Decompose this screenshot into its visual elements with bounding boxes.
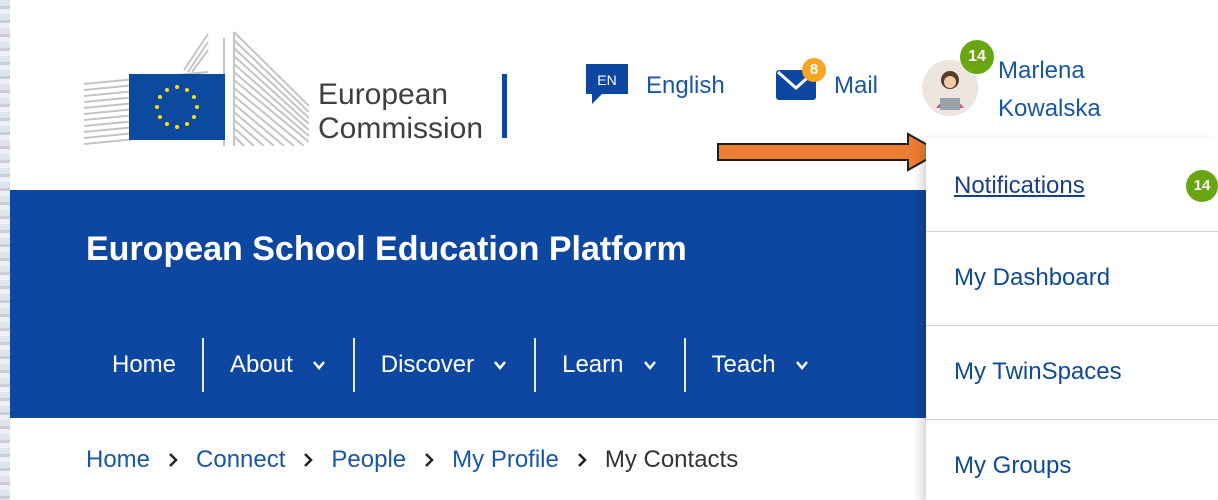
nav-item-home[interactable]: Home <box>86 338 202 392</box>
mail-icon: 8 <box>774 58 826 104</box>
chevron-down-icon <box>795 361 808 370</box>
nav-item-about[interactable]: About <box>202 338 353 392</box>
language-label: English <box>646 72 725 99</box>
annotation-arrow-icon <box>717 132 942 172</box>
breadcrumb: Home Connect People My Profile My Contac… <box>86 446 738 474</box>
menu-item-label: My Groups <box>954 452 1072 479</box>
logo-line-2: Commission <box>318 112 484 145</box>
logo-text: European Commission <box>318 78 483 146</box>
mail-link[interactable]: 8 Mail <box>774 58 879 110</box>
nav-item-discover[interactable]: Discover <box>352 338 534 392</box>
nav-item-learn[interactable]: Learn <box>534 338 683 392</box>
language-selector[interactable]: EN English <box>582 60 725 110</box>
menu-item-label: My TwinSpaces <box>954 358 1122 385</box>
chevron-right-icon <box>425 453 434 467</box>
breadcrumb-home[interactable]: Home <box>86 446 150 474</box>
breadcrumb-connect[interactable]: Connect <box>196 446 285 474</box>
main-nav: Home About Discover Learn Teach <box>86 338 836 392</box>
site-title[interactable]: European School Education Platform <box>86 230 687 269</box>
eu-flag-icon <box>129 74 225 140</box>
menu-item-my-twinspaces[interactable]: My TwinSpaces <box>926 326 1218 420</box>
chevron-right-icon <box>304 453 314 467</box>
menu-item-notifications[interactable]: Notifications 14 <box>926 138 1218 232</box>
menu-item-my-dashboard[interactable]: My Dashboard <box>926 232 1218 326</box>
breadcrumb-my-contacts: My Contacts <box>604 446 739 473</box>
chevron-down-icon <box>494 361 507 370</box>
language-code: EN <box>597 72 616 88</box>
nav-item-label: About <box>230 351 293 378</box>
user-first-name: Marlena <box>998 57 1085 84</box>
logo-divider <box>502 74 507 138</box>
chevron-right-icon <box>169 453 178 467</box>
breadcrumb-people[interactable]: People <box>331 446 406 474</box>
user-last-name: Kowalska <box>998 95 1101 122</box>
mail-count-badge: 8 <box>802 58 826 82</box>
user-dropdown-menu: Notifications 14 My Dashboard My TwinSpa… <box>926 138 1218 500</box>
nav-item-label: Teach <box>711 351 776 378</box>
menu-item-my-groups[interactable]: My Groups <box>926 420 1218 500</box>
user-name[interactable]: Marlena Kowalska <box>998 52 1198 128</box>
logo-line-1: European <box>318 78 449 111</box>
window-edge <box>0 0 10 500</box>
breadcrumb-my-profile[interactable]: My Profile <box>452 446 559 474</box>
menu-item-label: My Dashboard <box>954 264 1111 291</box>
notification-count-badge: 14 <box>1186 170 1218 202</box>
menu-item-label: Notifications <box>954 172 1085 199</box>
chevron-right-icon <box>577 453 587 467</box>
chevron-down-icon <box>312 361 325 370</box>
language-icon: EN <box>582 60 632 108</box>
nav-item-label: Learn <box>562 351 624 378</box>
chevron-down-icon <box>643 361 656 370</box>
nav-item-label: Discover <box>380 351 475 378</box>
user-notification-badge: 14 <box>960 40 994 74</box>
site-banner: European School Education Platform Home … <box>10 190 926 418</box>
user-menu[interactable]: 14 Marlena Kowalska <box>922 40 1218 128</box>
mail-label: Mail <box>834 72 879 99</box>
nav-item-label: Home <box>112 351 177 378</box>
european-commission-logo[interactable]: European Commission <box>84 30 524 150</box>
nav-item-teach[interactable]: Teach <box>683 338 836 392</box>
